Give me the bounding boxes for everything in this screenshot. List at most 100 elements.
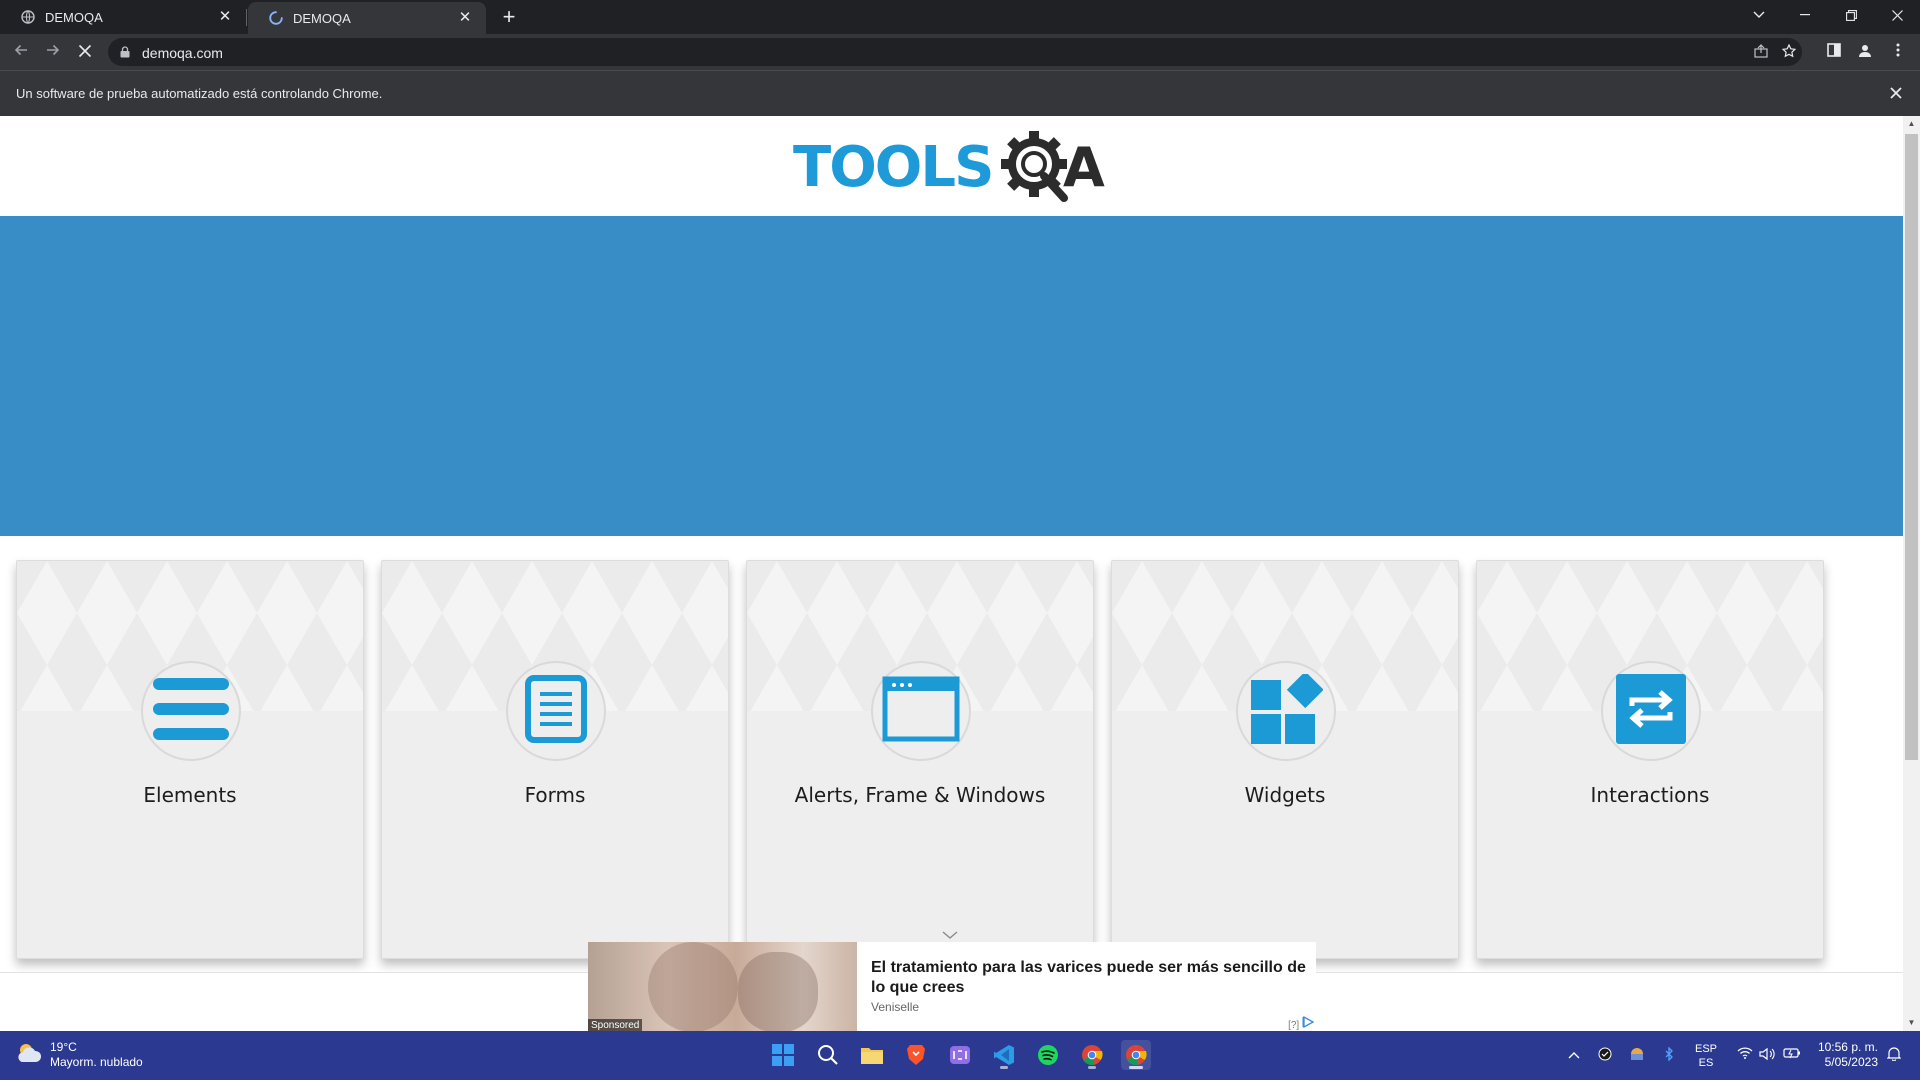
tab-title: DEMOQA [45,9,103,25]
weather-widget[interactable]: 19°C Mayorm. nublado [16,1040,143,1070]
battery-icon[interactable] [1783,1047,1800,1063]
card-icon-circle [1236,661,1336,761]
weather-desc: Mayorm. nublado [50,1055,143,1069]
address-bar[interactable]: demoqa.com [108,38,1802,66]
clock-time: 10:56 p. m. [1817,1040,1878,1054]
card-forms[interactable]: Forms [381,560,729,959]
card-widgets[interactable]: Widgets [1111,560,1459,959]
globe-icon [20,9,36,25]
weather-temp: 19°C [50,1040,77,1054]
hamburger-icon [151,674,231,749]
chevron-up-icon[interactable] [1566,1047,1582,1063]
close-window-button[interactable] [1874,0,1920,30]
back-icon[interactable] [9,40,33,64]
volume-icon[interactable] [1759,1047,1775,1063]
window-icon [882,676,960,747]
infobar-close-icon[interactable] [1886,83,1906,103]
scroll-up-icon[interactable]: ▲ [1907,119,1916,129]
card-icon-circle [506,661,606,761]
card-icon-circle [871,661,971,761]
browser-toolbar: demoqa.com [0,34,1920,70]
clock-date: 5/05/2023 [1824,1055,1878,1069]
ad-headline[interactable]: El tratamiento para las varices puede se… [871,958,1306,998]
automation-infobar: Un software de prueba automatizado está … [0,70,1920,116]
tab-strip: DEMOQA ✕ DEMOQA ✕ + [0,0,1920,34]
wifi-icon[interactable] [1737,1047,1753,1063]
page-scrollbar[interactable]: ▲ ▼ [1903,116,1920,1031]
chevron-down-icon[interactable] [941,928,959,940]
tab-demoqa-2[interactable]: DEMOQA ✕ [248,2,486,34]
card-title: Interactions [1590,783,1710,807]
ad-brand[interactable]: Veniselle [871,1000,919,1014]
running-indicator [1129,1066,1143,1069]
url-text: demoqa.com [142,45,223,61]
app-icon[interactable] [945,1040,975,1070]
chrome-icon-active[interactable] [1121,1040,1151,1070]
card-title: Forms [524,783,586,807]
card-title: Elements [143,783,237,807]
bookmark-star-icon[interactable] [1780,43,1798,62]
sponsored-label: Sponsored [588,1019,643,1031]
brave-browser-icon[interactable] [901,1040,931,1070]
vscode-icon[interactable] [989,1040,1019,1070]
ad-image[interactable]: Sponsored [588,942,857,1031]
running-indicator [1000,1066,1008,1069]
toolsqa-logo[interactable]: TOOLS A [791,130,1116,202]
share-icon[interactable] [1752,44,1770,62]
tab-demoqa-1[interactable]: DEMOQA ✕ [0,0,246,34]
card-icon-circle [141,661,241,761]
category-cards: Elements Forms Alerts, Frame & Windows W… [0,560,1903,970]
card-title: Alerts, Frame & Windows [794,783,1046,807]
file-explorer-icon[interactable] [857,1040,887,1070]
menu-kebab-icon[interactable] [1889,43,1907,61]
new-tab-button[interactable]: + [497,5,521,29]
keyboard-code: ES [1698,1057,1714,1069]
bluetooth-icon[interactable] [1661,1046,1677,1063]
card-icon-circle [1601,661,1701,761]
close-tab-icon[interactable]: ✕ [216,8,234,26]
adchoices-icon [1302,1015,1315,1031]
language-code: ESP [1695,1043,1718,1055]
forward-icon[interactable] [41,40,65,64]
sponsored-ad[interactable]: Sponsored El tratamiento para las varice… [588,942,1316,1031]
hero-banner [0,216,1903,536]
loading-spinner-icon [268,10,284,26]
close-tab-icon[interactable]: ✕ [456,9,474,27]
infobar-message: Un software de prueba automatizado está … [16,86,383,101]
tab-search-icon[interactable] [1736,0,1782,30]
spotify-icon[interactable] [1033,1040,1063,1070]
ad-image-shade [738,952,818,1031]
tab-separator [246,9,247,26]
input-language[interactable]: ESP ES [1695,1042,1717,1070]
swap-arrows-icon [1616,673,1686,749]
lock-icon[interactable] [120,45,130,58]
notifications-icon[interactable] [1886,1047,1902,1063]
tray-weather-icon[interactable] [1629,1047,1645,1063]
running-indicator [1088,1066,1096,1069]
profile-icon[interactable] [1856,43,1874,61]
start-button[interactable] [768,1040,798,1070]
system-clock[interactable]: 10:56 p. m. 5/05/2023 [1812,1040,1878,1070]
scrollbar-thumb[interactable] [1905,134,1918,760]
search-icon[interactable] [813,1040,843,1070]
ad-choices[interactable]: [?] [1288,1015,1315,1031]
scroll-down-icon[interactable]: ▼ [1907,1018,1916,1028]
card-interactions[interactable]: Interactions [1476,560,1824,959]
page-viewport: TOOLS A Elements Forms Alerts, Frame & W… [0,116,1903,1031]
restore-button[interactable] [1828,0,1874,30]
minimize-button[interactable] [1782,0,1828,30]
tray-app-icon[interactable] [1597,1047,1613,1063]
ad-choices-label: [?] [1288,1020,1300,1031]
stop-loading-icon[interactable] [73,40,97,64]
cloudy-weather-icon [16,1042,42,1069]
card-title: Widgets [1244,783,1326,807]
site-header: TOOLS A [0,116,1903,216]
card-elements[interactable]: Elements [16,560,364,959]
svg-text:A: A [1063,136,1105,199]
svg-text:TOOLS: TOOLS [793,135,992,200]
side-panel-icon[interactable] [1825,43,1843,61]
ad-image-shade [648,942,738,1031]
document-icon [525,674,587,748]
card-alerts-frame-windows[interactable]: Alerts, Frame & Windows [746,560,1094,959]
chrome-icon[interactable] [1077,1040,1107,1070]
